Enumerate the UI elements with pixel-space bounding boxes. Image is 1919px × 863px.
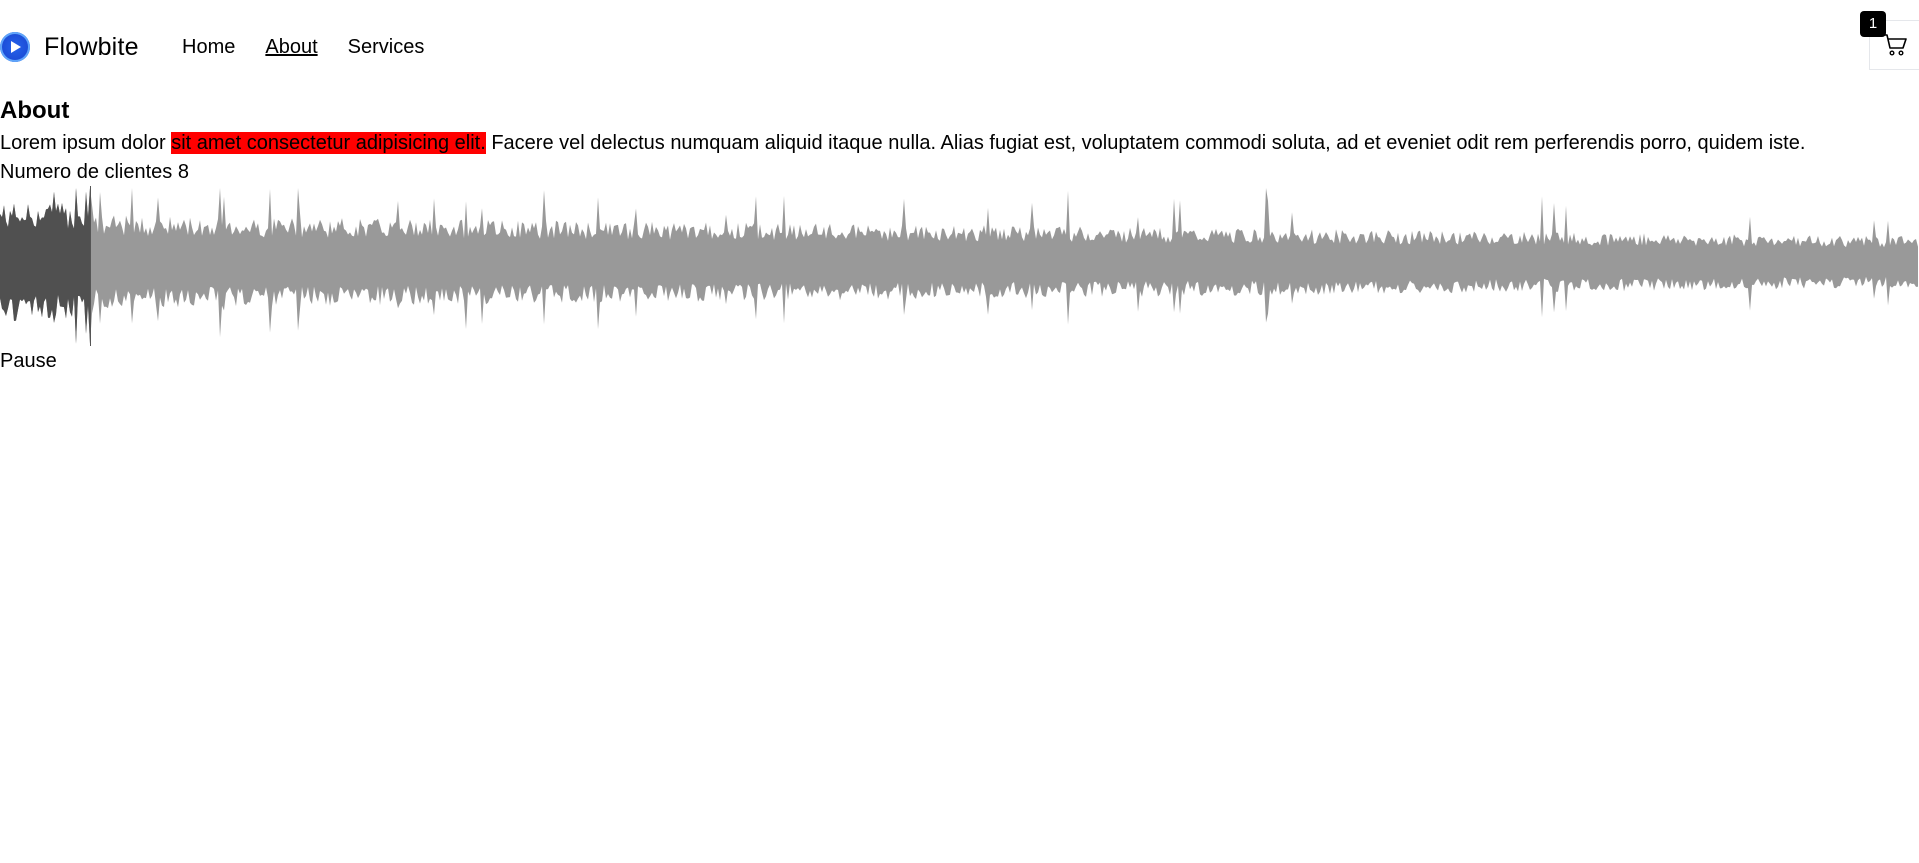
audio-waveform[interactable]: [0, 186, 1919, 346]
nav-link-services[interactable]: Services: [348, 36, 425, 59]
cart-button[interactable]: 1: [1860, 11, 1919, 70]
page-title: About: [0, 97, 70, 124]
main-content: About Lorem ipsum dolor sit amet consect…: [0, 96, 1919, 374]
nav-links: Home About Services: [182, 36, 454, 59]
brand-name: Flowbite: [44, 32, 139, 61]
play-logo-icon: [0, 32, 30, 62]
waveform-graphic: [0, 188, 1918, 344]
waveform-unplayed: [0, 188, 1918, 344]
nav-link-home[interactable]: Home: [182, 36, 235, 59]
brand[interactable]: Flowbite: [0, 32, 139, 62]
playback-cursor[interactable]: [90, 186, 92, 346]
paragraph-text-start: Lorem ipsum dolor: [0, 132, 172, 154]
paragraph-text-end: Facere vel delectus numquam aliquid itaq…: [485, 132, 1806, 154]
navbar: Flowbite Home About Services 1: [0, 0, 1919, 76]
nav-link-about[interactable]: About: [265, 36, 317, 59]
highlighted-text: sit amet consectetur adipisicing elit.: [171, 132, 486, 154]
pause-button[interactable]: Pause: [0, 348, 57, 374]
shopping-cart-icon: [1882, 34, 1907, 56]
intro-paragraph: Lorem ipsum dolor sit amet consectetur a…: [0, 128, 1919, 158]
clients-count: Numero de clientes 8: [0, 161, 189, 183]
